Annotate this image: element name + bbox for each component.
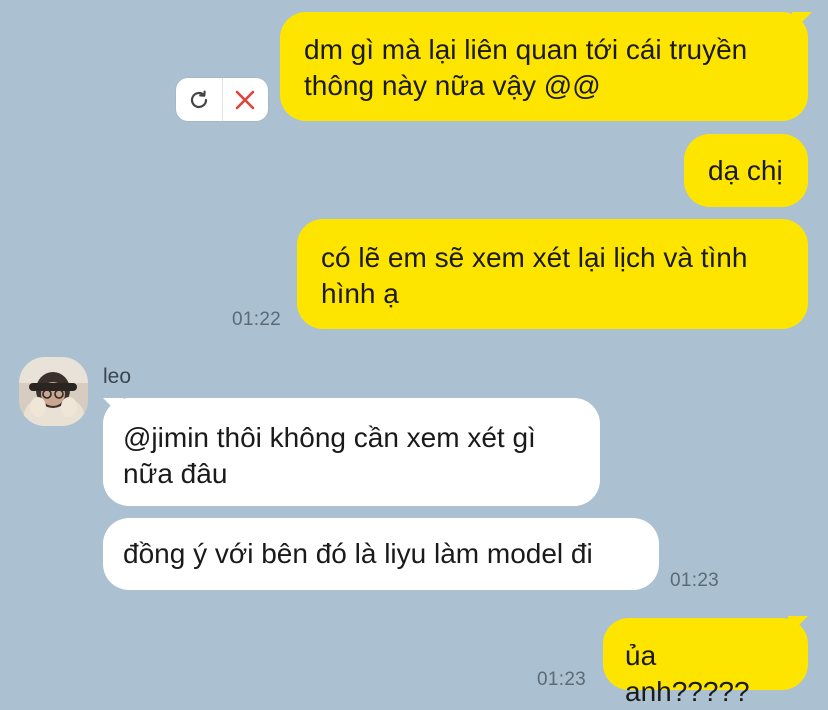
retry-button[interactable] [176,78,222,121]
message-bubble-outgoing[interactable]: ủa anh????? [603,618,808,707]
failed-message-actions [176,78,268,121]
message-timestamp: 01:23 [670,570,720,591]
message-timestamp: 01:22 [232,309,282,330]
delete-button[interactable] [222,78,268,121]
message-timestamp: 01:23 [537,669,587,690]
avatar[interactable] [19,357,88,426]
message-bubble-outgoing[interactable]: dm gì mà lại liên quan tới cái truyền th… [280,12,808,121]
sender-name: leo [103,365,132,388]
avatar-image [19,357,88,426]
chat-view: dm gì mà lại liên quan tới cái truyền th… [0,0,828,707]
message-bubble-outgoing[interactable]: có lẽ em sẽ xem xét lại lịch và tình hìn… [297,219,808,329]
message-bubble-incoming[interactable]: đồng ý với bên đó là liyu làm model đi [103,518,659,590]
close-icon [235,90,255,109]
refresh-icon [190,90,207,108]
message-bubble-outgoing[interactable]: dạ chị [684,134,808,207]
message-bubble-incoming[interactable]: @jimin thôi không cần xem xét gì nữa đâu [103,398,600,506]
